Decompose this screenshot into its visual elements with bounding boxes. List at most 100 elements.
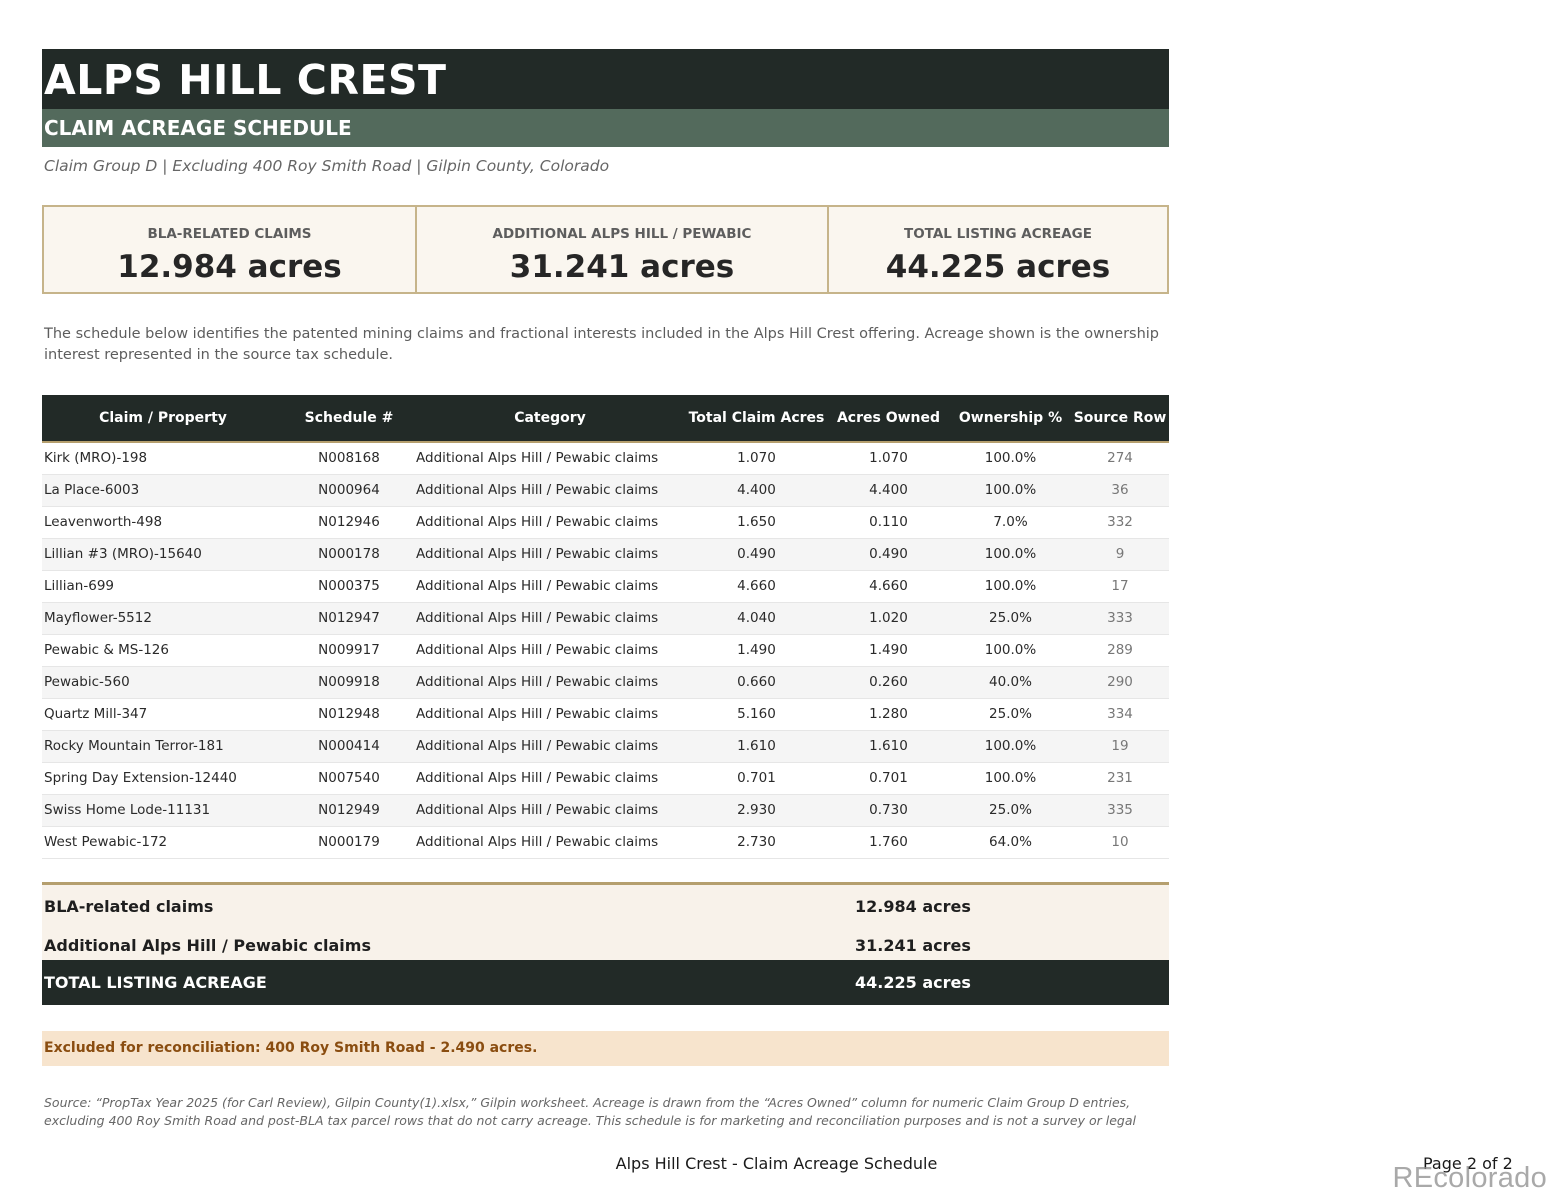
claims-table: Claim / Property Schedule # Category Tot… (42, 395, 1169, 859)
cell-total-acres: 2.930 (737, 802, 776, 818)
table-row: Leavenworth-498 N012946 Additional Alps Hi… (42, 506, 1169, 538)
cell-schedule: N000375 (318, 578, 380, 594)
exclusion-note: Excluded for reconciliation: 400 Roy Smi… (42, 1031, 1169, 1066)
cell-total-acres: 0.660 (737, 674, 776, 690)
stat-value: 44.225 acres (885, 249, 1111, 285)
cell-total-acres: 1.610 (737, 738, 776, 754)
cell-category: Additional Alps Hill / Pewabic claims (416, 546, 659, 562)
cell-claim: Quartz Mill-347 (44, 706, 148, 722)
intro-paragraph: The schedule below identifies the patent… (44, 326, 1160, 363)
acreage-stats-panel: BLA-RELATED CLAIMS 12.984 acres ADDITION… (42, 205, 1169, 294)
cell-category: Additional Alps Hill / Pewabic claims (416, 738, 659, 754)
cell-total-acres: 4.660 (737, 578, 776, 594)
stat-label: TOTAL LISTING ACREAGE (904, 226, 1092, 242)
cell-total-acres: 2.730 (737, 834, 776, 850)
stat-label: BLA-RELATED CLAIMS (147, 226, 312, 242)
cell-ownership: 25.0% (989, 706, 1032, 722)
cell-source-row: 335 (1107, 802, 1133, 818)
cell-source-row: 333 (1107, 610, 1133, 626)
cell-acres-owned: 1.020 (869, 610, 908, 626)
stat-total: TOTAL LISTING ACREAGE 44.225 acres (827, 207, 1167, 292)
cell-source-row: 36 (1111, 482, 1129, 498)
cell-claim: Mayflower-5512 (44, 610, 152, 626)
watermark-logo: REcolorado (1392, 1162, 1547, 1194)
cell-claim: West Pewabic-172 (44, 834, 168, 850)
cell-source-row: 17 (1111, 578, 1129, 594)
table-row: Lillian-699 N000375 Additional Alps Hill /… (42, 570, 1169, 602)
table-row: Rocky Mountain Terror-181 N000414 Addition… (42, 730, 1169, 762)
cell-schedule: N012949 (318, 802, 380, 818)
cell-schedule: N012946 (318, 514, 380, 530)
cell-claim: Pewabic-560 (44, 674, 130, 690)
table-row: La Place-6003 N000964 Additional Alps Hill… (42, 474, 1169, 506)
cell-claim: Rocky Mountain Terror-181 (44, 738, 224, 754)
cell-category: Additional Alps Hill / Pewabic claims (416, 610, 659, 626)
cell-total-acres: 1.650 (737, 514, 776, 530)
footer-title: Alps Hill Crest - Claim Acreage Schedule (615, 1154, 938, 1173)
cell-category: Additional Alps Hill / Pewabic claims (416, 642, 659, 658)
cell-claim: Leavenworth-498 (44, 514, 163, 530)
cell-schedule: N000178 (318, 546, 380, 562)
cell-category: Additional Alps Hill / Pewabic claims (416, 674, 659, 690)
cell-total-acres: 5.160 (737, 706, 776, 722)
cell-acres-owned: 1.760 (869, 834, 908, 850)
column-header-schedule: Schedule # (284, 395, 414, 443)
cell-total-acres: 0.701 (737, 770, 776, 786)
cell-acres-owned: 0.701 (869, 770, 908, 786)
column-header-claim: Claim / Property (42, 395, 284, 443)
table-body: Kirk (MRO)-198 N008168 Additional Alps Hil… (42, 442, 1169, 858)
cell-acres-owned: 1.280 (869, 706, 908, 722)
cell-acres-owned: 0.490 (869, 546, 908, 562)
cell-ownership: 25.0% (989, 802, 1032, 818)
column-header-source-row: Source Row (1071, 395, 1169, 443)
cell-source-row: 290 (1107, 674, 1133, 690)
cell-category: Additional Alps Hill / Pewabic claims (416, 802, 659, 818)
summary-panel: BLA-related claims 12.984 acres Addition… (42, 882, 1169, 960)
cell-total-acres: 1.070 (737, 450, 776, 467)
cell-claim: Lillian #3 (MRO)-15640 (44, 546, 202, 562)
source-note: Source: “PropTax Year 2025 (for Carl Rev… (44, 1095, 1136, 1128)
document-title: ALPS HILL CREST (44, 56, 447, 104)
cell-category: Additional Alps Hill / Pewabic claims (416, 450, 659, 467)
cell-source-row: 274 (1107, 450, 1133, 467)
cell-schedule: N007540 (318, 770, 380, 786)
summary-label: Additional Alps Hill / Pewabic claims (44, 936, 371, 955)
cell-schedule: N009918 (318, 674, 380, 690)
cell-source-row: 334 (1107, 706, 1133, 722)
cell-ownership: 100.0% (984, 546, 1037, 562)
cell-acres-owned: 4.660 (869, 578, 908, 594)
cell-claim: Lillian-699 (44, 578, 114, 594)
summary-value: 12.984 acres (855, 897, 971, 916)
table-row: Swiss Home Lode-11131 N012949 Additional A… (42, 794, 1169, 826)
stat-value: 12.984 acres (117, 249, 342, 285)
table-row: Lillian #3 (MRO)-15640 N000178 Additional … (42, 538, 1169, 570)
cell-acres-owned: 0.730 (869, 802, 908, 818)
cell-claim: Kirk (MRO)-198 (44, 450, 148, 467)
exclusion-note-text: Excluded for reconciliation: 400 Roy Smi… (44, 1040, 538, 1056)
summary-label: BLA-related claims (44, 897, 214, 916)
cell-claim: Spring Day Extension-12440 (44, 770, 237, 786)
column-header-ownership: Ownership % (950, 395, 1071, 443)
cell-schedule: N000964 (318, 482, 380, 498)
tagline: Claim Group D | Excluding 400 Roy Smith … (44, 157, 610, 175)
cell-category: Additional Alps Hill / Pewabic claims (416, 578, 659, 594)
cell-category: Additional Alps Hill / Pewabic claims (416, 514, 659, 530)
cell-category: Additional Alps Hill / Pewabic claims (416, 482, 659, 498)
cell-schedule: N000414 (318, 738, 380, 754)
subtitle-bar: CLAIM ACREAGE SCHEDULE (42, 109, 1169, 147)
cell-schedule: N000179 (318, 834, 380, 850)
cell-ownership: 100.0% (984, 482, 1037, 498)
table-row: Quartz Mill-347 N012948 Additional Alps Hi… (42, 698, 1169, 730)
cell-ownership: 64.0% (989, 834, 1032, 850)
summary-value: 31.241 acres (855, 936, 971, 955)
cell-acres-owned: 0.110 (869, 514, 908, 530)
column-header-category: Category (414, 395, 686, 443)
cell-source-row: 289 (1107, 642, 1133, 658)
total-acreage-row: TOTAL LISTING ACREAGE 44.225 acres (42, 960, 1169, 1005)
cell-ownership: 100.0% (984, 450, 1037, 467)
cell-ownership: 100.0% (984, 738, 1037, 754)
cell-schedule: N012948 (318, 706, 380, 722)
summary-row-additional: Additional Alps Hill / Pewabic claims 31… (42, 927, 1169, 963)
cell-ownership: 40.0% (989, 674, 1032, 690)
cell-source-row: 332 (1107, 514, 1133, 530)
